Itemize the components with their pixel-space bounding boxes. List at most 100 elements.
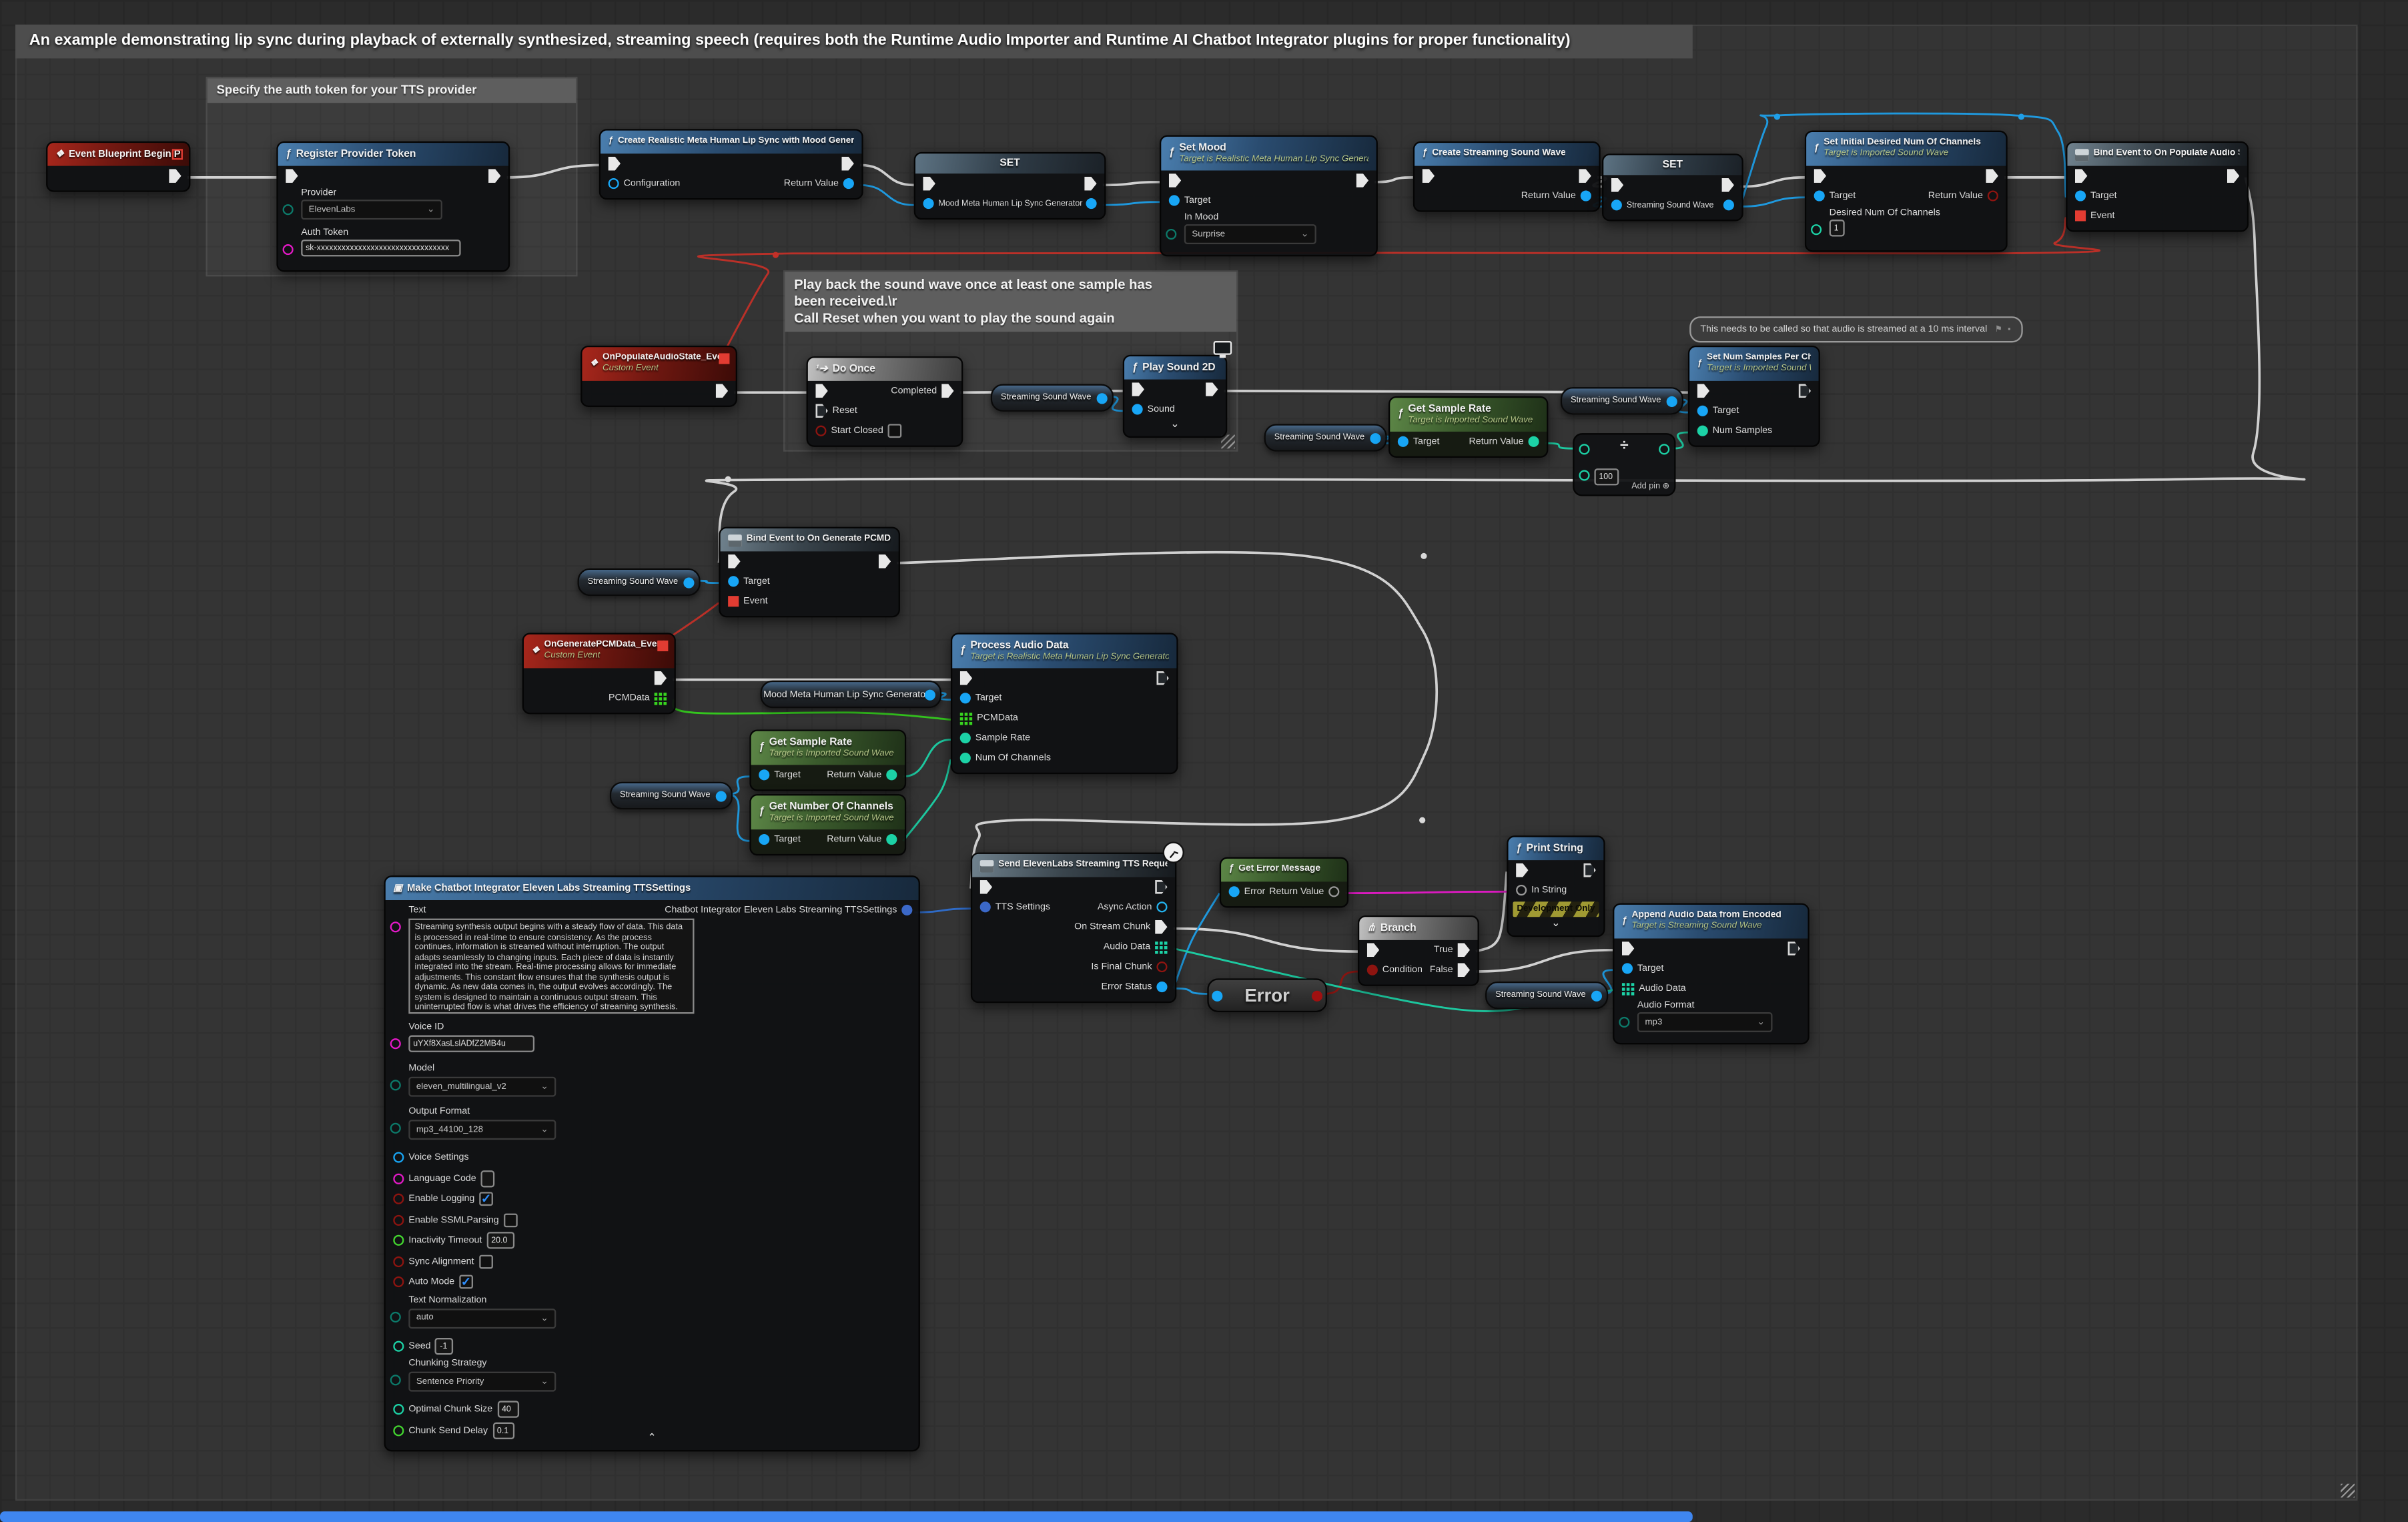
exec-pin[interactable]: [655, 671, 667, 685]
obj-pin[interactable]: [2075, 190, 2086, 201]
object-pin[interactable]: [1667, 396, 1677, 406]
bool-pin[interactable]: [393, 1194, 404, 1204]
field-widget[interactable]: uYXf8XasLslADfZ2MB4u: [408, 1036, 534, 1052]
array-pin[interactable]: [1155, 941, 1167, 953]
object-pin[interactable]: [1097, 392, 1108, 403]
note-pin-icon[interactable]: ⚑ ▪: [1995, 325, 2012, 334]
obj-pin[interactable]: [1086, 198, 1097, 209]
collapse-chevron-icon[interactable]: ⌄: [1509, 919, 1604, 931]
obj-pin[interactable]: [728, 576, 739, 587]
node-print_string[interactable]: ƒPrint StringIn StringDevelopment Only⌄: [1507, 835, 1605, 937]
node-set_mood[interactable]: ƒSet MoodTarget is Realistic Meta Human …: [1160, 135, 1378, 257]
exec-pin[interactable]: [879, 554, 891, 568]
exec-pin[interactable]: [815, 404, 827, 418]
node-send_tts[interactable]: Send ElevenLabs Streaming TTS RequestTTS…: [971, 853, 1176, 1004]
obj-pin[interactable]: [759, 769, 769, 780]
node-header[interactable]: ƒGet Sample RateTarget is Imported Sound…: [751, 731, 905, 765]
exec-pin[interactable]: [609, 157, 621, 171]
node-gsr2[interactable]: ƒGet Sample RateTarget is Imported Sound…: [749, 729, 906, 791]
exec-pin[interactable]: [1356, 173, 1368, 187]
divide-input-pin[interactable]: [1579, 444, 1589, 454]
add-pin-button[interactable]: Add pin ⊕: [1631, 482, 1669, 492]
node-header[interactable]: ƒRegister Provider Token: [278, 143, 508, 166]
node-header[interactable]: ¹➔Do Once: [808, 358, 961, 381]
int-pin[interactable]: [960, 753, 971, 763]
object-pin[interactable]: [1591, 990, 1602, 1001]
field-widget[interactable]: ✓: [459, 1275, 473, 1289]
str-pin[interactable]: [390, 1038, 401, 1049]
obj-pin[interactable]: [1169, 195, 1180, 206]
exec-pin[interactable]: [815, 384, 827, 398]
node-append[interactable]: ƒAppend Audio Data from EncodedTarget is…: [1613, 903, 1810, 1045]
obj-pin[interactable]: [1697, 406, 1708, 416]
node-begin_play[interactable]: ❖Event Blueprint Begin Play: [46, 141, 190, 192]
object-pin[interactable]: [1370, 432, 1380, 443]
node-branch[interactable]: ⋔BranchTrueConditionFalse: [1358, 915, 1479, 986]
variable-pill-p7[interactable]: Mood Meta Human Lip Sync Generator: [760, 681, 941, 708]
node-set_initial[interactable]: ƒSet Initial Desired Num Of ChannelsTarg…: [1805, 131, 2008, 252]
field-widget[interactable]: 20.0: [486, 1232, 514, 1249]
int-pin[interactable]: [886, 769, 897, 780]
obj-pin[interactable]: [1611, 200, 1622, 210]
collapse-chevron-icon[interactable]: ⌄: [1124, 419, 1226, 431]
obj-pin[interactable]: [1622, 963, 1633, 974]
obj-pin[interactable]: [923, 198, 934, 209]
exec-pin[interactable]: [1169, 173, 1181, 187]
enum-pin[interactable]: [390, 1080, 401, 1090]
exec-pin[interactable]: [1579, 169, 1591, 183]
field-widget[interactable]: Sentence Priority⌄: [408, 1372, 556, 1392]
divide-input-pin[interactable]: [1579, 470, 1589, 480]
node-do_once[interactable]: ¹➔Do OnceCompletedResetStart Closed: [807, 356, 963, 447]
bool-pin[interactable]: [1312, 990, 1322, 1001]
node-header[interactable]: ▣Make Chatbot Integrator Eleven Labs Str…: [386, 877, 919, 900]
node-header[interactable]: ƒCreate Streaming Sound Wave: [1415, 143, 1599, 166]
node-header[interactable]: ƒAppend Audio Data from EncodedTarget is…: [1614, 905, 1808, 939]
horizontal-scrollbar[interactable]: [0, 1511, 1693, 1522]
node-header[interactable]: ƒSet MoodTarget is Realistic Meta Human …: [1161, 137, 1376, 171]
field-widget[interactable]: 40: [497, 1401, 518, 1418]
async-pin[interactable]: [1156, 901, 1167, 912]
field-widget[interactable]: ✓: [479, 1192, 493, 1206]
str-pin[interactable]: [393, 1173, 404, 1184]
audio-format-widget[interactable]: mp3⌄: [1637, 1012, 1773, 1032]
field-widget[interactable]: [481, 1170, 495, 1187]
variable-pill-p1[interactable]: Streaming Sound Wave: [991, 384, 1114, 412]
bool-pin[interactable]: [1156, 962, 1167, 972]
node-header[interactable]: ƒCreate Realistic Meta Human Lip Sync wi…: [600, 131, 861, 154]
int-pin[interactable]: [393, 1341, 404, 1351]
array-pin[interactable]: [960, 712, 972, 724]
exec-pin[interactable]: [716, 384, 728, 398]
collapse-chevron-icon[interactable]: ⌃: [386, 1433, 919, 1445]
comment-header-playback[interactable]: Play back the sound wave once at least o…: [785, 272, 1236, 332]
object-pin[interactable]: [1212, 990, 1222, 1001]
exec-pin[interactable]: [1814, 169, 1826, 183]
node-play_sound[interactable]: ƒPlay Sound 2DSound⌄: [1123, 355, 1228, 438]
node-bind_pcm[interactable]: Bind Event to On Generate PCMDataTargetE…: [719, 527, 900, 618]
comment-resize-handle[interactable]: [2341, 1484, 2355, 1498]
enum-pin[interactable]: [390, 1375, 401, 1385]
st-pin[interactable]: [1516, 885, 1527, 895]
obj-pin[interactable]: [843, 178, 854, 189]
node-header[interactable]: ƒSet Num Samples Per ChunkTarget is Impo…: [1689, 347, 1818, 381]
exec-pin[interactable]: [923, 177, 935, 191]
variable-pill-p5[interactable]: Streaming Sound Wave: [610, 782, 733, 809]
node-header[interactable]: ❖OnGeneratePCMData_EventCustom Event: [524, 635, 675, 669]
field-widget[interactable]: mp3_44100_128⌄: [408, 1120, 556, 1140]
node-header[interactable]: Bind Event to On Populate Audio State: [2067, 143, 2247, 166]
node-register[interactable]: ƒRegister Provider TokenProviderElevenLa…: [276, 141, 510, 272]
object-pin[interactable]: [716, 790, 727, 801]
delegate-pin[interactable]: [172, 149, 183, 159]
delegate-pin[interactable]: [2075, 210, 2086, 221]
int-pin[interactable]: [393, 1405, 404, 1415]
obj-pin[interactable]: [1132, 404, 1143, 414]
obj-pin[interactable]: [393, 1152, 404, 1163]
exec-pin[interactable]: [1132, 382, 1144, 396]
exec-pin[interactable]: [2227, 169, 2239, 183]
bool-pin[interactable]: [1988, 190, 1998, 201]
exec-pin[interactable]: [286, 169, 298, 183]
node-header[interactable]: ⋔Branch: [1359, 917, 1477, 940]
enum-pin[interactable]: [1619, 1017, 1629, 1028]
int-pin[interactable]: [1811, 224, 1822, 235]
struct-pin[interactable]: [980, 901, 991, 912]
node-header[interactable]: ƒPrint String: [1509, 837, 1604, 861]
